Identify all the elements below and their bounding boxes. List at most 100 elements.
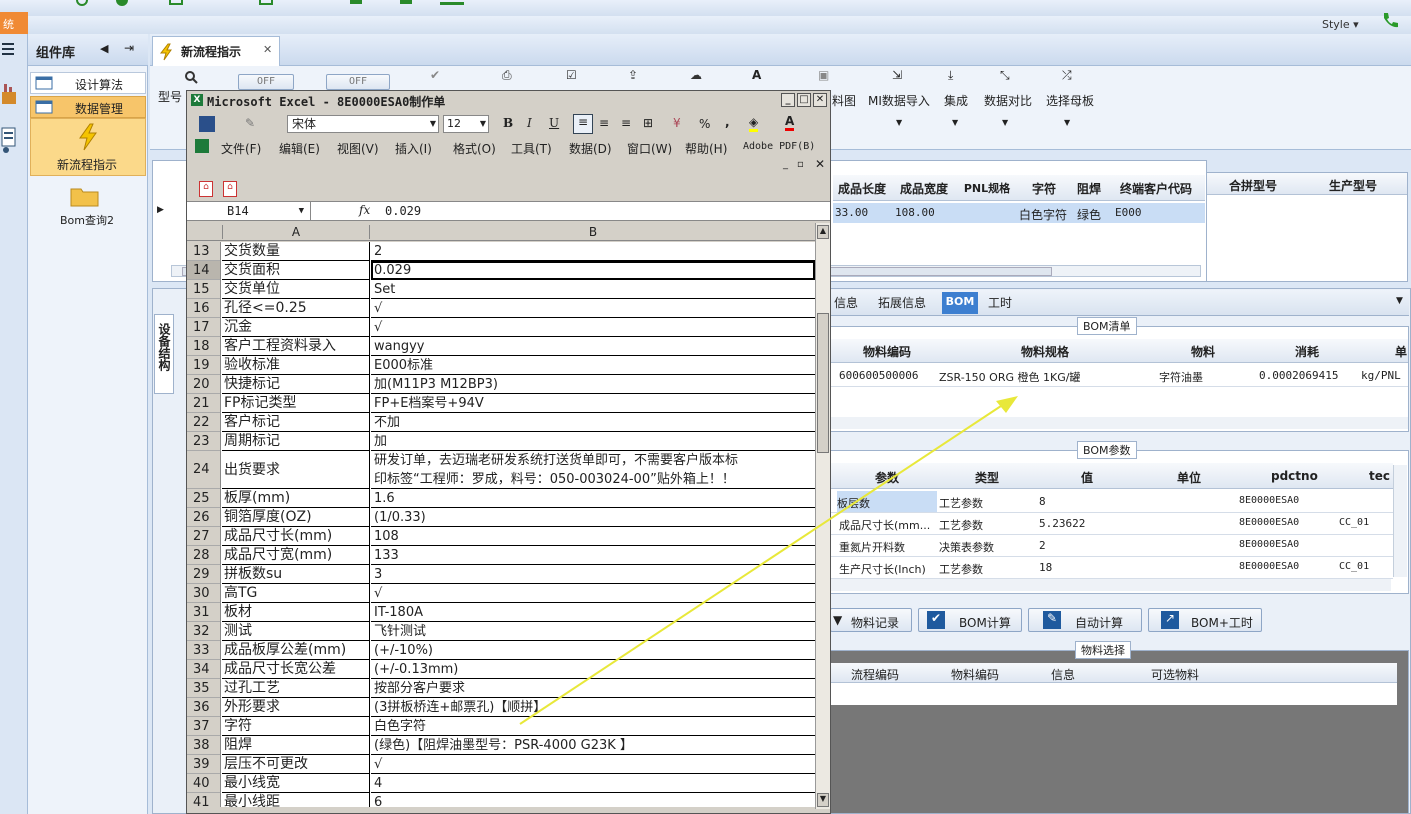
phone-icon[interactable] [1380, 10, 1400, 30]
cell-b[interactable]: FP+E档案号+94V [371, 394, 815, 413]
row-number[interactable]: 41 [187, 793, 221, 807]
sheet-grid[interactable]: 13 交货数量 2 14 交货面积 0.029 15 交货单位 Set 16 孔径<=0.25 √ 17… [187, 242, 815, 807]
table-row[interactable]: 板层数 工艺参数 8 8E0000ESA0 [831, 491, 1393, 513]
row-number[interactable]: 28 [187, 546, 221, 565]
cell-a[interactable]: 成品尺寸长(mm) [222, 527, 370, 546]
cloud-icon[interactable]: ☁ [690, 68, 702, 82]
app-corner[interactable]: 统 [0, 12, 28, 34]
cell-b[interactable]: (绿色)【阻焊油墨型号：PSR-4000 G23K 】 [371, 736, 815, 755]
cell-a[interactable]: 成品尺寸长宽公差 [222, 660, 370, 679]
row-number[interactable]: 18 [187, 337, 221, 356]
print-icon[interactable]: ⎙ [502, 68, 512, 83]
column-header[interactable]: 物料编码 [951, 666, 999, 683]
underline-icon[interactable]: U [549, 116, 559, 130]
cell-b[interactable]: IT-180A [371, 603, 815, 622]
table-row[interactable]: 600600500006 ZSR-150 ORG 橙色 1KG/罐 字符油墨 0… [831, 365, 1408, 387]
column-header[interactable]: 成品长度 [833, 180, 891, 197]
fill-color-icon[interactable]: ◈ [749, 115, 759, 132]
horizontal-scrollbar[interactable] [831, 579, 1391, 591]
row-number[interactable]: 39 [187, 755, 221, 774]
check-icon[interactable]: ✔ [430, 68, 440, 82]
cell-b[interactable]: (+/-10%) [371, 641, 815, 660]
row-number[interactable]: 19 [187, 356, 221, 375]
toggle-2[interactable]: OFF [326, 74, 390, 90]
cell-b[interactable]: 加(M11P3 M12BP3) [371, 375, 815, 394]
row-number[interactable]: 25 [187, 489, 221, 508]
column-header[interactable]: pdctno [1271, 469, 1318, 483]
menu-tools[interactable]: 工具(T) [511, 140, 552, 157]
row-number[interactable]: 40 [187, 774, 221, 793]
cell-a[interactable]: 交货数量 [222, 242, 370, 261]
scroll-up-icon[interactable]: ▲ [817, 225, 829, 239]
row-number[interactable]: 31 [187, 603, 221, 622]
tab-bom[interactable]: BOM [942, 292, 978, 314]
row-number[interactable]: 35 [187, 679, 221, 698]
column-header[interactable]: 成品宽度 [893, 180, 955, 197]
row-number[interactable]: 13 [187, 242, 221, 261]
column-header-b[interactable]: B [371, 225, 815, 239]
table-row[interactable]: 生产尺寸长(Inch) 工艺参数 18 8E0000ESA0 CC_01 [831, 557, 1393, 579]
shuffle-icon[interactable]: ⤮ [1062, 68, 1072, 83]
cell-a[interactable]: 出货要求 [222, 451, 370, 489]
cell-a[interactable]: 字符 [222, 717, 370, 736]
cell-b[interactable]: 加 [371, 432, 815, 451]
pdf-icon[interactable]: ⌂ [199, 181, 213, 197]
comma-icon[interactable]: , [725, 115, 730, 129]
toolbar-button-integrate[interactable]: 集成 [944, 92, 968, 109]
table-row[interactable]: 33.00 108.00 白色字符 绿色 E000 [833, 203, 1205, 223]
menu-icon[interactable] [2, 42, 16, 56]
column-header[interactable]: tec [1369, 469, 1390, 483]
cell-b[interactable]: 研发订单，去迈瑞老研发系统打送货单即可，不需要客户版本标 印标签“工程师：罗成，料… [371, 451, 815, 489]
row-number[interactable]: 37 [187, 717, 221, 736]
format-painter-icon[interactable]: ✎ [245, 116, 255, 130]
cell-a[interactable]: 成品尺寸宽(mm) [222, 546, 370, 565]
column-header[interactable]: 物料编码 [863, 343, 911, 360]
cell-b[interactable]: √ [371, 299, 815, 318]
collapse-left-icon[interactable]: ◀ [100, 42, 108, 55]
cell-a[interactable]: 成品板厚公差(mm) [222, 641, 370, 660]
cell-a[interactable]: 交货面积 [222, 261, 370, 280]
excel-doc-icon[interactable] [195, 139, 209, 153]
row-number[interactable]: 22 [187, 413, 221, 432]
folder-icon[interactable] [70, 184, 100, 208]
cell-b[interactable]: 133 [371, 546, 815, 565]
cell-b[interactable]: 108 [371, 527, 815, 546]
cell-b[interactable]: 白色字符 [371, 717, 815, 736]
cell-a[interactable]: 阻焊 [222, 736, 370, 755]
cell-a[interactable]: 铜箔厚度(OZ) [222, 508, 370, 527]
column-header[interactable]: 单 [1395, 343, 1407, 360]
cell-a[interactable]: FP标记类型 [222, 394, 370, 413]
download-icon[interactable]: ⤓ [948, 68, 953, 83]
cell-a[interactable]: 拼板数su [222, 565, 370, 584]
cell-b[interactable]: 3 [371, 565, 815, 584]
cell-a[interactable]: 过孔工艺 [222, 679, 370, 698]
report-icon[interactable] [0, 126, 18, 156]
search-icon[interactable] [184, 70, 198, 84]
cell-b[interactable]: √ [371, 755, 815, 774]
column-header[interactable]: 参数 [875, 469, 899, 486]
cell-a[interactable]: 交货单位 [222, 280, 370, 299]
font-name-select[interactable]: 宋体 ▼ [287, 115, 439, 133]
column-header[interactable]: 信息 [1051, 666, 1075, 683]
cell-a[interactable]: 快捷标记 [222, 375, 370, 394]
chevron-down-icon[interactable]: ▼ [1002, 118, 1008, 127]
menu-window[interactable]: 窗口(W) [627, 140, 672, 157]
pdf-mail-icon[interactable]: ⌂ [223, 181, 237, 197]
cell-a[interactable]: 客户工程资料录入 [222, 337, 370, 356]
align-left-icon[interactable]: ≡ [573, 114, 593, 134]
style-menu[interactable]: Style ▾ [1322, 18, 1359, 31]
cell-b[interactable]: 4 [371, 774, 815, 793]
row-number[interactable]: 27 [187, 527, 221, 546]
function-icon[interactable]: fx [359, 203, 370, 217]
row-number[interactable]: 24 [187, 451, 221, 489]
auto-calc-button[interactable]: ✎ 自动计算 [1028, 608, 1142, 632]
cell-a[interactable]: 测试 [222, 622, 370, 641]
cell-b[interactable]: (+/-0.13mm) [371, 660, 815, 679]
cell-a[interactable]: 客户标记 [222, 413, 370, 432]
row-number[interactable]: 15 [187, 280, 221, 299]
align-right-icon[interactable]: ≡ [621, 116, 631, 130]
factory-icon[interactable] [0, 82, 18, 106]
row-number[interactable]: 26 [187, 508, 221, 527]
font-icon[interactable]: A [752, 68, 761, 82]
column-header-a[interactable]: A [222, 225, 370, 239]
